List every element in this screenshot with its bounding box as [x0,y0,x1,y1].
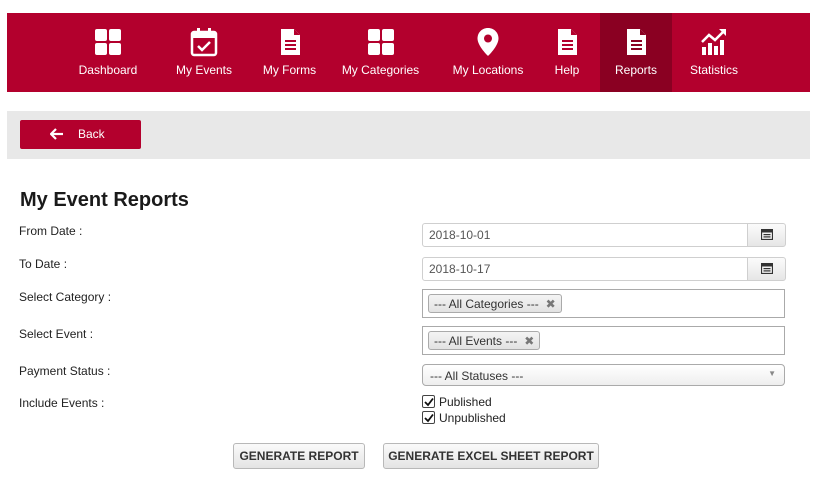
nav-item-dashboard[interactable]: Dashboard [71,13,145,92]
to-date-label: To Date : [19,257,68,271]
categories-grid-icon [367,29,394,55]
from-date-input[interactable] [422,223,748,247]
unpublished-checkbox[interactable] [422,411,435,424]
nav-item-my-categories[interactable]: My Categories [334,13,427,92]
published-checkbox[interactable] [422,395,435,408]
to-date-input[interactable] [422,257,748,281]
to-date-calendar-button[interactable] [747,257,786,281]
nav-item-my-forms[interactable]: My Forms [251,13,328,92]
published-label: Published [439,395,492,409]
include-events-label: Include Events : [19,396,105,410]
event-chip: --- All Events --- ✖ [428,331,541,350]
back-button-label: Back [78,127,105,141]
generate-report-button[interactable]: GENERATE REPORT [233,443,365,469]
event-chip-label: --- All Events --- [434,334,518,348]
checkmark-icon [424,413,434,423]
unpublished-label: Unpublished [439,411,506,425]
generate-excel-report-button[interactable]: GENERATE EXCEL SHEET REPORT [383,443,599,469]
nav-label-my-events: My Events [175,63,232,77]
nav-label-statistics: Statistics [689,63,738,77]
from-date-calendar-button[interactable] [747,223,786,247]
payment-status-select[interactable]: --- All Statuses --- ▼ [422,364,785,386]
help-document-icon [558,29,577,55]
dashboard-grid-icon [95,29,121,55]
payment-status-label: Payment Status : [19,364,111,378]
category-chip-label: --- All Categories --- [434,297,539,311]
page-title: My Event Reports [20,189,189,211]
nav-item-my-events[interactable]: My Events [164,13,244,92]
calendar-icon [761,263,773,274]
form-document-icon [280,29,300,55]
category-label: Select Category : [19,290,112,304]
statistics-chart-icon [701,29,726,55]
from-date-label: From Date : [19,224,83,238]
remove-category-icon[interactable]: ✖ [546,297,556,311]
event-label: Select Event : [19,327,94,341]
arrow-left-icon [50,128,63,140]
nav-item-my-locations[interactable]: My Locations [445,13,531,92]
nav-item-reports[interactable]: Reports [600,13,672,92]
remove-event-icon[interactable]: ✖ [524,334,534,348]
category-multiselect[interactable]: --- All Categories --- ✖ [422,289,785,318]
nav-label-dashboard: Dashboard [78,63,138,77]
calendar-icon [761,229,773,240]
report-document-icon [627,29,646,55]
category-chip: --- All Categories --- ✖ [428,294,562,313]
nav-label-my-categories: My Categories [341,63,420,77]
map-pin-icon [477,28,499,56]
action-toolbar: Back [7,111,810,159]
event-multiselect[interactable]: --- All Events --- ✖ [422,326,785,355]
top-navbar: Dashboard My Events My Forms My Categori… [7,13,810,92]
payment-status-value: --- All Statuses --- [430,369,524,383]
chevron-down-icon: ▼ [768,369,776,378]
checkmark-icon [424,397,434,407]
calendar-check-icon [190,28,218,57]
back-button[interactable]: Back [20,120,141,149]
nav-item-statistics[interactable]: Statistics [682,13,746,92]
nav-item-help[interactable]: Help [548,13,586,92]
nav-label-my-locations: My Locations [452,63,524,77]
nav-label-reports: Reports [614,63,658,77]
nav-label-help: Help [554,63,580,77]
nav-label-my-forms: My Forms [262,63,317,77]
